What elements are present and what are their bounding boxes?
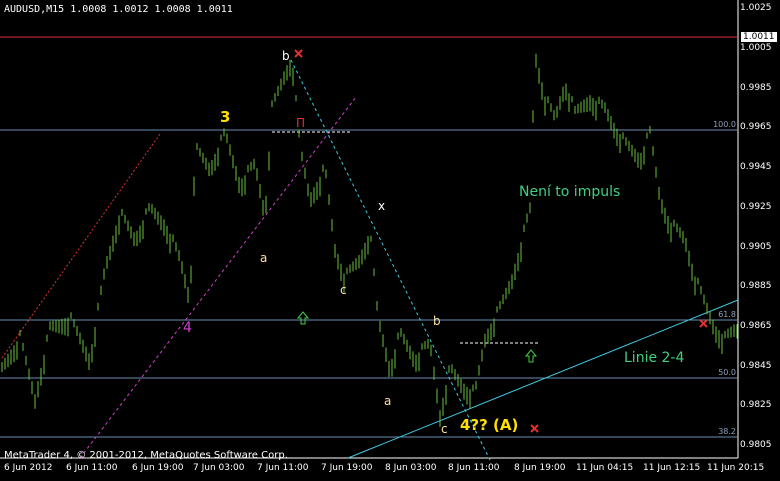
price-tick-label: 0.9865: [740, 321, 772, 331]
time-tick-label: 7 Jun 03:00: [193, 463, 245, 473]
wave-4a-label: 4?? (A): [460, 416, 518, 434]
price-tick-label: 1.0025: [740, 3, 772, 13]
up-arrow-icon: [524, 349, 538, 363]
wave-x-label: x: [378, 199, 385, 213]
impulse-note-label: Není to impuls: [519, 184, 620, 200]
price-tick-label: 0.9945: [740, 162, 772, 172]
chart-symbol-header: AUDUSD,M15 1.0008 1.0012 1.0008 1.0011: [4, 4, 233, 15]
time-tick-label: 11 Jun 20:15: [707, 463, 765, 473]
wave-a-label: a: [260, 251, 267, 265]
chart-canvas[interactable]: 3 4 b a c x b a c 4?? (A) Není to impuls…: [0, 0, 780, 481]
wave-3-label: 3: [220, 108, 230, 126]
time-tick-label: 8 Jun 03:00: [385, 463, 437, 473]
wave-c-mid-label: c: [340, 283, 347, 297]
wave-4-label: 4: [183, 320, 192, 336]
time-tick-label: 6 Jun 11:00: [66, 463, 118, 473]
current-price-badge: 1.0011: [741, 32, 777, 42]
line-2-4[interactable]: [347, 299, 739, 459]
ohlc-label: 1.0008 1.0012 1.0008 1.0011: [70, 4, 233, 15]
time-tick-label: 6 Jun 19:00: [132, 463, 184, 473]
wave-a-low-label: a: [384, 394, 391, 408]
price-tick-label: 0.9885: [740, 281, 772, 291]
price-tick-label: 0.9965: [740, 122, 772, 132]
fib-100-label: 100.0: [713, 120, 736, 129]
wave-c-low-label: c: [441, 422, 448, 436]
time-tick-label: 7 Jun 11:00: [257, 463, 309, 473]
copyright-label: MetaTrader 4, © 2001-2012, MetaQuotes So…: [4, 450, 288, 461]
fib-382-label: 38.2: [718, 427, 736, 436]
close-marker-icon: [699, 319, 708, 328]
fib-50-label: 50.0: [718, 368, 736, 377]
symbol-label: AUDUSD,M15: [4, 4, 65, 15]
price-tick-label: 0.9805: [740, 440, 772, 450]
time-tick-label: 8 Jun 11:00: [448, 463, 500, 473]
time-tick-label: 7 Jun 19:00: [321, 463, 373, 473]
channel-upper-line[interactable]: [1, 133, 161, 359]
time-tick-label: 8 Jun 19:00: [514, 463, 566, 473]
close-marker-icon: [294, 49, 303, 58]
fib-618-label: 61.8: [718, 310, 736, 319]
up-arrow-icon: [296, 311, 310, 325]
wave-b-top-label: b: [282, 49, 290, 63]
price-tick-label: 0.9985: [740, 83, 772, 93]
price-tick-label: 1.0005: [740, 43, 772, 53]
line-2-4-label: Linie 2-4: [624, 350, 684, 366]
price-tick-label: 0.9845: [740, 361, 772, 371]
price-tick-label: 0.9905: [740, 242, 772, 252]
price-tick-label: 0.9825: [740, 400, 772, 410]
price-tick-label: 0.9925: [740, 202, 772, 212]
wave-b-low-label: b: [433, 314, 441, 328]
time-tick-label: 6 Jun 2012: [4, 463, 53, 473]
price-chart[interactable]: 3 4 b a c x b a c 4?? (A) Není to impuls…: [0, 0, 780, 481]
close-marker-icon: [530, 424, 539, 433]
pi-marker-label: Π: [296, 116, 305, 130]
time-tick-label: 11 Jun 04:15: [576, 463, 634, 473]
time-tick-label: 11 Jun 12:15: [643, 463, 701, 473]
candles-series: [1, 53, 738, 427]
